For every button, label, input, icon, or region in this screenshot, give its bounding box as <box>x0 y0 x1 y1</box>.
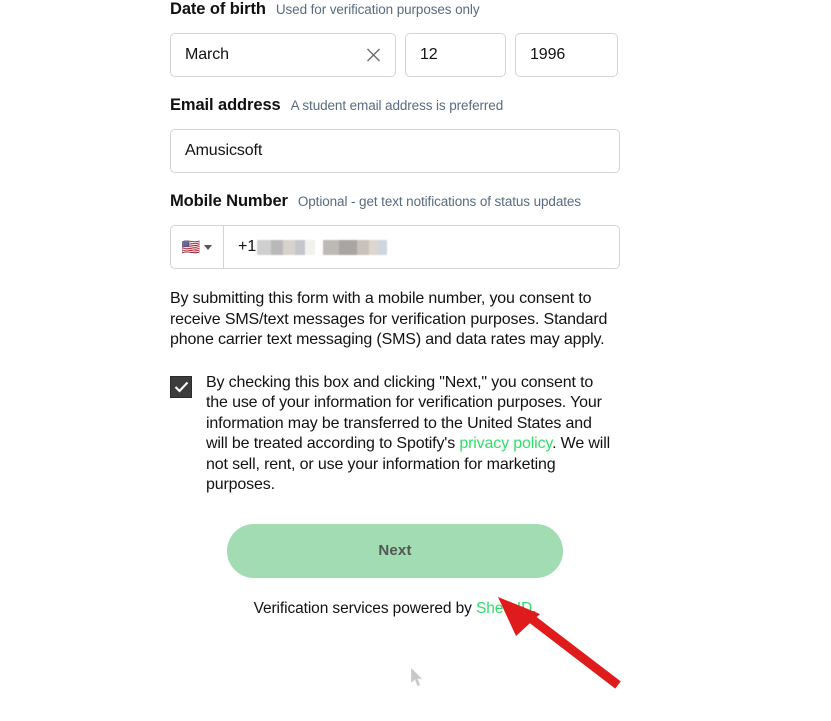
email-value: Amusicsoft <box>185 142 263 159</box>
next-button[interactable]: Next <box>227 523 563 578</box>
us-flag-icon: 🇺🇸 <box>181 238 201 256</box>
birth-day-input[interactable]: 12 <box>405 33 506 77</box>
birth-year-value: 1996 <box>530 46 566 63</box>
email-hint: A student email address is preferred <box>290 98 504 113</box>
birth-day-value: 12 <box>420 46 438 63</box>
consent-row: By checking this box and clicking "Next,… <box>170 373 620 496</box>
submit-row: Next <box>170 523 620 578</box>
mobile-number-hint: Optional - get text notifications of sta… <box>297 194 581 209</box>
email-label: Email address <box>170 96 281 114</box>
footer-text-after-link: . <box>532 599 537 617</box>
sheerid-link[interactable]: SheerID <box>476 600 532 617</box>
date-of-birth-fields: March 12 1996 <box>170 33 620 77</box>
mobile-number-label: Mobile Number <box>170 192 288 210</box>
email-label-row: Email address A student email address is… <box>170 96 620 126</box>
footer-text-before-link: Verification services powered by <box>253 599 477 617</box>
consent-checkbox[interactable] <box>170 375 192 398</box>
consent-text: By checking this box and clicking "Next,… <box>206 373 610 496</box>
birth-year-input[interactable]: 1996 <box>515 33 618 77</box>
country-code-prefix: +1 <box>238 238 257 255</box>
birth-month-input[interactable]: March <box>170 33 396 77</box>
mouse-cursor-icon <box>410 667 424 688</box>
close-icon[interactable] <box>366 48 381 63</box>
student-verification-form: Date of birth Used for verification purp… <box>170 0 620 618</box>
mobile-number-input[interactable]: 🇺🇸 +1 <box>170 225 620 269</box>
privacy-policy-link[interactable]: privacy policy <box>459 435 552 452</box>
verification-footer: Verification services powered by SheerID… <box>170 600 620 618</box>
chevron-down-icon <box>204 244 213 250</box>
mobile-number-value-area: +1 <box>224 238 388 256</box>
date-of-birth-label-row: Date of birth Used for verification purp… <box>170 0 620 30</box>
sms-consent-note: By submitting this form with a mobile nu… <box>170 290 608 348</box>
check-icon <box>174 381 188 393</box>
date-of-birth-hint: Used for verification purposes only <box>275 2 480 17</box>
email-input[interactable]: Amusicsoft <box>170 129 620 173</box>
mobile-label-row: Mobile Number Optional - get text notifi… <box>170 192 620 222</box>
country-code-select[interactable]: 🇺🇸 <box>171 226 224 268</box>
birth-month-value: March <box>185 46 229 63</box>
date-of-birth-label: Date of birth <box>170 0 266 18</box>
redacted-phone-digits <box>257 239 388 255</box>
